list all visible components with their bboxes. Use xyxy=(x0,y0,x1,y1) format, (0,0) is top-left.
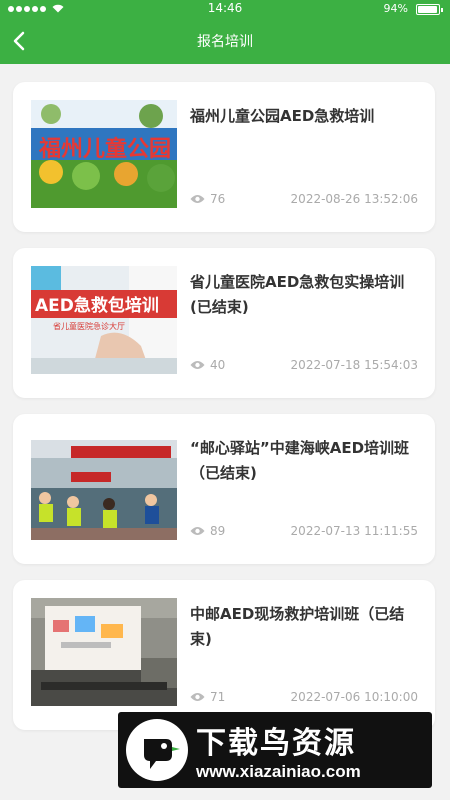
eye-icon xyxy=(190,693,205,701)
training-card[interactable]: “邮心驿站”中建海峡AED培训班（已结束) 89 2022-07-13 11:1… xyxy=(13,414,435,564)
training-title: 中邮AED现场救护培训班（已结束) xyxy=(190,605,405,648)
training-thumbnail xyxy=(31,432,177,540)
eye-icon xyxy=(190,361,205,369)
training-title: “邮心驿站”中建海峡AED培训班（已结束) xyxy=(190,439,410,482)
eye-icon xyxy=(190,527,205,535)
training-list: 福州儿童公园 福州儿童公园AED急救培训 76 2022-08-26 13:52… xyxy=(13,82,435,746)
publish-date: 2022-07-06 10:10:00 xyxy=(290,690,418,704)
training-card[interactable]: 福州儿童公园 福州儿童公园AED急救培训 76 2022-08-26 13:52… xyxy=(13,82,435,232)
view-count-value: 40 xyxy=(210,358,226,372)
thumbnail-sub-text: 省儿童医院急诊大厅 xyxy=(53,321,125,331)
battery-percent: 94% xyxy=(383,2,408,15)
view-count: 76 xyxy=(190,192,225,206)
training-thumbnail xyxy=(31,598,177,706)
eye-icon xyxy=(190,195,205,203)
status-bar: 14:46 94% xyxy=(0,0,450,18)
thumbnail-sign-text: 福州儿童公园 xyxy=(38,136,171,162)
training-thumbnail: AED急救包培训 省儿童医院急诊大厅 xyxy=(31,266,177,374)
publish-date: 2022-08-26 13:52:06 xyxy=(290,192,418,206)
watermark-title: 下载鸟资源 xyxy=(196,726,356,761)
watermark-url: www.xiazainiao.com xyxy=(196,762,361,781)
page-title: 报名培训 xyxy=(197,34,253,50)
publish-date: 2022-07-18 15:54:03 xyxy=(290,358,418,372)
publish-date: 2022-07-13 11:11:55 xyxy=(290,524,418,538)
view-count: 71 xyxy=(190,690,225,704)
view-count: 89 xyxy=(190,524,225,538)
nav-bar: 报名培训 xyxy=(0,18,450,64)
training-card[interactable]: AED急救包培训 省儿童医院急诊大厅 省儿童医院AED急救包实操培训(已结束) … xyxy=(13,248,435,398)
view-count-value: 71 xyxy=(210,690,226,704)
view-count: 40 xyxy=(190,358,225,372)
training-title: 福州儿童公园AED急救培训 xyxy=(190,107,375,125)
thumbnail-banner-text: AED急救包培训 xyxy=(35,295,159,316)
status-time: 14:46 xyxy=(207,1,243,15)
view-count-value: 76 xyxy=(210,192,226,206)
training-card[interactable]: 中邮AED现场救护培训班（已结束) 71 2022-07-06 10:10:00 xyxy=(13,580,435,730)
training-thumbnail: 福州儿童公园 xyxy=(31,100,177,208)
bird-logo-icon xyxy=(126,719,188,781)
battery-icon xyxy=(416,4,443,15)
view-count-value: 89 xyxy=(210,524,226,538)
training-title: 省儿童医院AED急救包实操培训(已结束) xyxy=(190,273,405,316)
watermark-banner: 下载鸟资源 www.xiazainiao.com xyxy=(118,712,432,788)
